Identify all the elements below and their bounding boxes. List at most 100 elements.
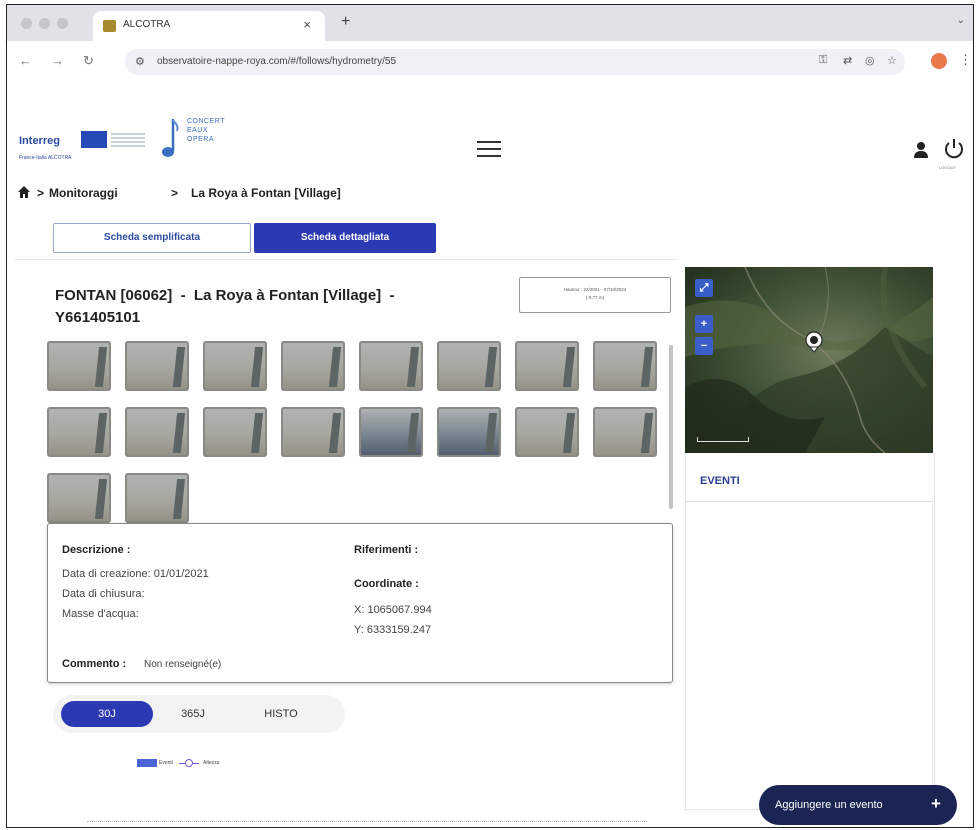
eventi-legend-swatch[interactable] [137,759,157,767]
browser-tab[interactable]: ALCOTRA × [93,11,325,41]
home-icon[interactable] [17,185,31,199]
photo-thumbnail[interactable] [593,341,657,391]
interreg-logo-text: Interreg [19,135,60,147]
panel-scrollbar-track [932,501,933,809]
concert-eaux-logo: CONCERT EAUX OPERA [159,113,269,163]
station-title-line-1: FONTAN [06062] - La Roya à Fontan [Villa… [55,287,395,304]
photo-thumbnail[interactable] [47,407,111,457]
new-tab-button[interactable]: + [341,13,350,31]
window-controls [21,18,68,29]
station-marker-icon[interactable] [805,331,823,353]
data-creazione: Data di creazione: 01/01/2021 [62,568,209,580]
photo-grid [47,341,663,531]
photo-thumbnail[interactable] [47,341,111,391]
photo-thumbnail[interactable] [359,407,423,457]
tab-scheda-semplificata[interactable]: Scheda semplificata [53,223,251,253]
photo-thumbnail[interactable] [125,473,189,523]
map-zoom-out-button[interactable]: − [695,337,713,355]
photo-thumbnail[interactable] [359,341,423,391]
user-icon[interactable] [913,141,929,159]
maximize-window-button[interactable] [57,18,68,29]
photo-thumbnail[interactable] [47,473,111,523]
address-bar[interactable]: ⚙ observatoire-nappe-roya.com/#/follows/… [125,49,905,75]
station-description-card: Descrizione : Data di creazione: 01/01/2… [47,523,673,683]
back-icon[interactable]: ← [19,53,32,68]
app-header: Interreg France-Italia ALCOTRA CONCERT E… [7,83,973,181]
chart-axis [87,821,647,827]
eventi-title: EVENTI [700,475,740,487]
altezza-legend-label: Altezza [203,760,220,766]
power-icon[interactable] [943,137,965,159]
more-menu-icon[interactable]: ⋮ [959,52,972,68]
browser-window: ALCOTRA × + ⌄ ← → ↻ ⚙ observatoire-nappe… [6,4,974,828]
map-fullscreen-button[interactable]: ⤢ [695,279,713,297]
breadcrumb-separator: > [171,186,179,200]
hamburger-menu-icon[interactable] [477,141,501,159]
tab-search-icon[interactable]: ⌄ [957,15,965,26]
map-zoom-in-button[interactable]: + [695,315,713,333]
tab-scheda-dettagliata[interactable]: Scheda dettagliata [254,223,436,253]
map-scale-bar [697,437,749,442]
close-window-button[interactable] [21,18,32,29]
photo-thumbnail[interactable] [593,407,657,457]
concert-line-3: OPERA [187,136,215,143]
breadcrumb-item-station[interactable]: La Roya à Fontan [Village] [191,186,341,200]
satellite-map[interactable]: ⤢ + − [685,267,933,453]
station-title-line-2: Y661405101 [55,309,141,326]
add-event-button[interactable]: Aggiungere un evento + [759,785,957,825]
forward-icon[interactable]: → [51,53,64,68]
photo-thumbnail[interactable] [281,407,345,457]
altezza-legend-marker [185,759,193,767]
photo-grid-scrollbar[interactable] [669,345,673,509]
site-info-icon[interactable]: ⚙ [135,55,145,68]
tab-close-icon[interactable]: × [303,17,311,32]
breadcrumb-item-monitoraggi[interactable]: Monitoraggi [49,186,118,200]
photo-thumbnail[interactable] [437,407,501,457]
url-text: observatoire-nappe-roya.com/#/follows/hy… [157,56,396,67]
coordinate-label: Coordinate : [354,578,419,590]
bookmark-star-icon[interactable]: ☆ [887,54,897,67]
photo-thumbnail[interactable] [203,407,267,457]
commento-label: Commento : [62,658,127,670]
music-note-logo-icon [162,119,179,157]
concert-line-2: EAUX [187,127,209,134]
photo-thumbnail[interactable] [281,341,345,391]
photo-thumbnail[interactable] [203,341,267,391]
reader-icon[interactable]: ◎ [865,54,875,67]
translate-icon[interactable]: ⇄ [843,54,852,67]
descrizione-label: Descrizione : [62,544,131,556]
range-histo-button[interactable]: HISTO [249,701,313,727]
hauteur-value: (-0.77 m) [585,295,605,300]
logout-label: LOGOUT [939,165,956,170]
key-icon[interactable]: ⚿ [819,54,827,67]
divider [686,501,934,502]
eu-flag-icon [81,131,107,148]
photo-thumbnail[interactable] [125,407,189,457]
data-chiusura: Data di chiusura: [62,588,145,600]
browser-toolbar: ← → ↻ ⚙ observatoire-nappe-roya.com/#/fo… [7,41,973,84]
reload-icon[interactable]: ↻ [83,53,94,69]
breadcrumb-separator: > [37,186,45,200]
photo-thumbnail[interactable] [437,341,501,391]
page-title: FONTAN [06062] - La Roya à Fontan [Villa… [55,285,505,329]
coordinate-x: X: 1065067.994 [354,604,432,616]
masse-acqua: Masse d'acqua: [62,608,139,620]
minimize-window-button[interactable] [39,18,50,29]
photo-thumbnail[interactable] [515,341,579,391]
divider [15,259,677,260]
photo-thumbnail[interactable] [125,341,189,391]
profile-avatar[interactable] [931,53,947,69]
commento-value: Non renseigné(e) [144,659,222,670]
favicon-icon [103,20,116,32]
eventi-panel: EVENTI [685,453,935,810]
hauteur-range: Hauteur : 22/2021 - 07/10/2024 [563,287,627,292]
interreg-logo: Interreg France-Italia ALCOTRA [19,123,149,167]
tab-title: ALCOTRA [123,19,171,30]
range-30j-button[interactable]: 30J [61,701,153,727]
photo-thumbnail[interactable] [515,407,579,457]
range-365j-button[interactable]: 365J [165,701,221,727]
hauteur-info-box: Hauteur : 22/2021 - 07/10/2024 (-0.77 m) [519,277,671,313]
coordinate-y: Y: 6333159.247 [354,624,432,636]
concert-line-1: CONCERT [187,118,225,125]
time-range-selector: 30J 365J HISTO [53,695,345,733]
